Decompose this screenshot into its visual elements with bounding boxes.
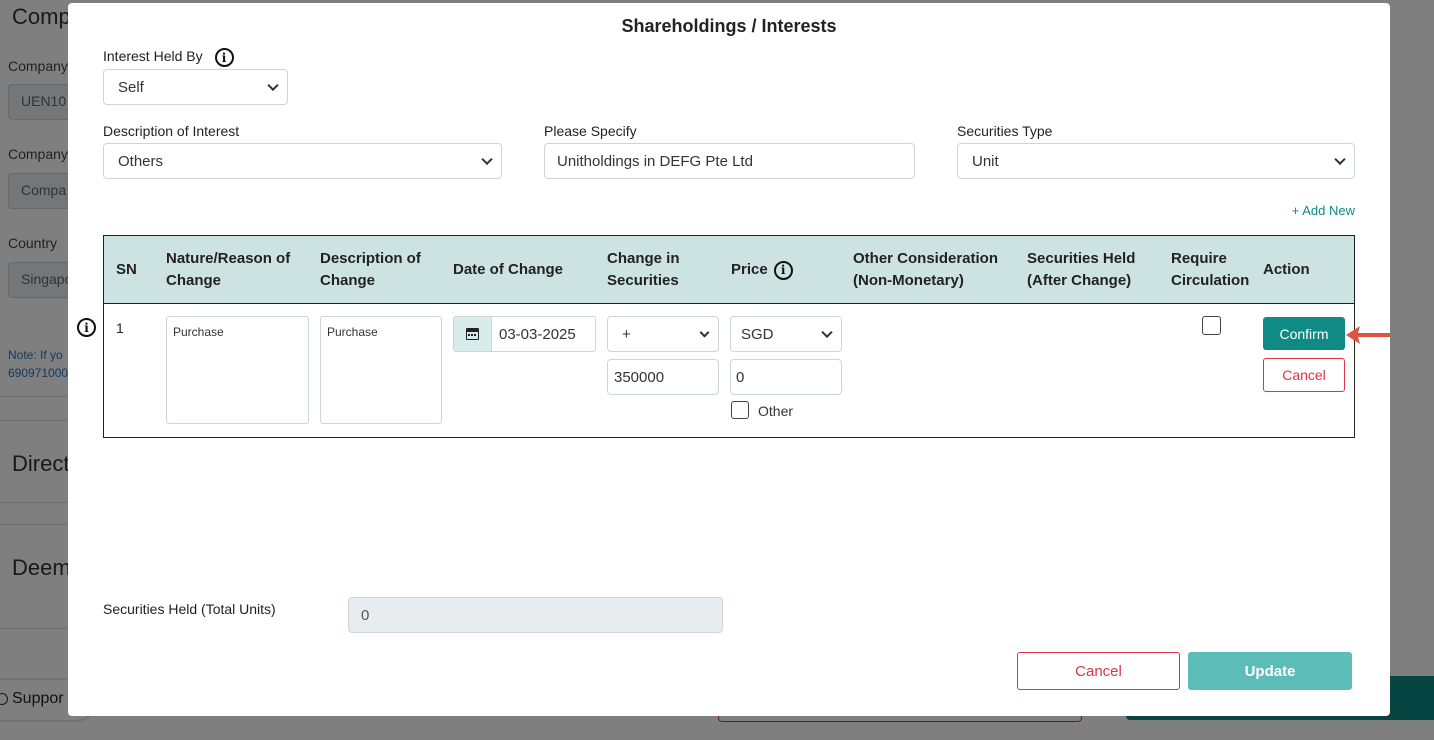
description-change-textarea[interactable]: Purchase: [320, 316, 442, 424]
interest-held-by-select[interactable]: Self: [103, 69, 288, 105]
interest-held-by-label: Interest Held By i: [103, 48, 234, 67]
header-require-circulation: Require Circulation: [1171, 250, 1250, 289]
add-new-link[interactable]: + Add New: [1292, 203, 1355, 218]
row-sn: 1: [116, 320, 124, 336]
securities-type-label: Securities Type: [957, 123, 1053, 139]
description-of-interest-value: Others: [118, 152, 164, 170]
change-sign-value: +: [622, 325, 631, 343]
header-securities-held: Securities Held (After Change): [1027, 250, 1136, 289]
header-date: Date of Change: [453, 261, 564, 278]
modal-title: Shareholdings / Interests: [621, 16, 837, 36]
confirm-button[interactable]: Confirm: [1263, 317, 1345, 350]
other-label: Other: [758, 403, 794, 419]
header-other-consideration: Other Consideration (Non-Monetary): [853, 250, 999, 289]
shareholdings-modal: Shareholdings / Interests Interest Held …: [68, 3, 1390, 716]
securities-type-select[interactable]: Unit: [957, 143, 1355, 179]
calendar-button[interactable]: [454, 317, 492, 351]
cancel-button[interactable]: Cancel: [1017, 652, 1180, 690]
other-checkbox[interactable]: [731, 401, 749, 419]
price-input[interactable]: 0: [730, 359, 842, 395]
update-button[interactable]: Update: [1188, 652, 1352, 690]
chevron-down-icon: [699, 327, 710, 338]
interest-held-by-value: Self: [118, 78, 144, 96]
securities-type-value: Unit: [972, 152, 999, 170]
chevron-down-icon: [1334, 153, 1346, 166]
date-of-change-input[interactable]: 03-03-2025: [453, 316, 596, 352]
description-of-interest-label: Description of Interest: [103, 123, 240, 139]
info-icon[interactable]: i: [773, 260, 793, 280]
require-circulation-checkbox[interactable]: [1202, 316, 1221, 335]
header-nature: Nature/Reason of Change: [166, 250, 291, 289]
chevron-down-icon: [267, 79, 279, 92]
interest-held-by-label-text: Interest Held By: [103, 48, 203, 65]
please-specify-label: Please Specify: [544, 123, 637, 139]
chevron-down-icon: [481, 153, 493, 166]
header-change: Change in Securities: [607, 250, 680, 289]
info-icon[interactable]: i: [214, 48, 234, 67]
description-of-interest-select[interactable]: Others: [103, 143, 502, 179]
pointer-arrow-icon: [1346, 326, 1390, 344]
total-units-field: 0: [348, 597, 723, 633]
currency-value: SGD: [741, 325, 774, 343]
total-units-label: Securities Held (Total Units): [103, 601, 276, 617]
header-action: Action: [1263, 261, 1310, 278]
header-price: Price i: [731, 236, 793, 304]
calendar-icon: [466, 328, 479, 340]
header-description: Description of Change: [320, 250, 421, 289]
row-info-icon[interactable]: i: [77, 318, 96, 337]
nature-reason-textarea[interactable]: Purchase: [166, 316, 309, 424]
change-amount-input[interactable]: 350000: [607, 359, 719, 395]
chevron-down-icon: [821, 326, 833, 339]
change-sign-select[interactable]: +: [607, 316, 719, 352]
currency-select[interactable]: SGD: [730, 316, 842, 352]
please-specify-input[interactable]: Unitholdings in DEFG Pte Ltd: [544, 143, 915, 179]
header-sn: SN: [116, 261, 137, 278]
changes-table: SN Nature/Reason of Change Description of…: [77, 235, 1355, 438]
date-value: 03-03-2025: [499, 325, 576, 343]
table-header: SN Nature/Reason of Change Description of…: [104, 236, 1354, 304]
row-cancel-button[interactable]: Cancel: [1263, 358, 1345, 392]
